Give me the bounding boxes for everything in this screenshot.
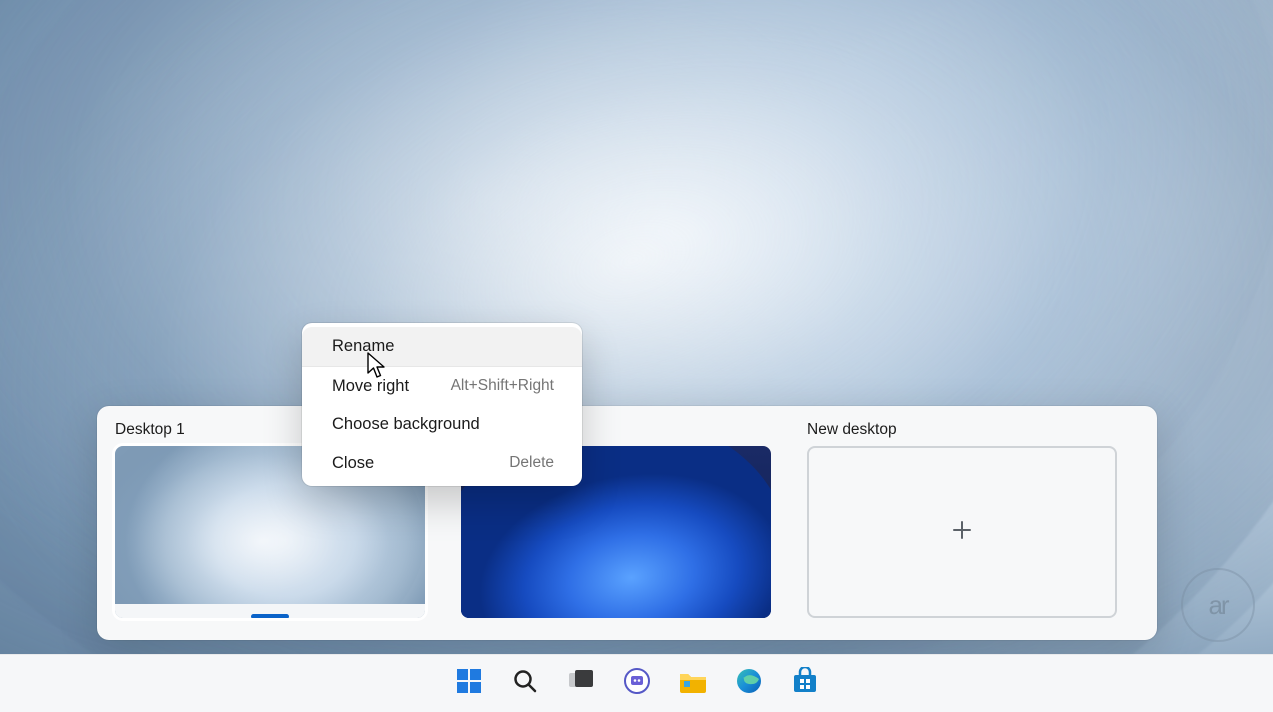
plus-icon <box>951 516 973 548</box>
task-view-icon <box>568 669 594 698</box>
new-desktop-label: New desktop <box>807 418 1117 446</box>
edge-button[interactable] <box>732 667 766 701</box>
file-explorer-button[interactable] <box>676 667 710 701</box>
desktop-context-menu: Rename Move right Alt+Shift+Right Choose… <box>302 323 582 486</box>
menu-item-label: Close <box>332 455 374 472</box>
watermark: ar <box>1181 568 1255 642</box>
new-desktop-button[interactable] <box>807 446 1117 618</box>
taskbar <box>0 654 1273 712</box>
menu-item-shortcut: Alt+Shift+Right <box>451 378 554 394</box>
chat-button[interactable] <box>620 667 654 701</box>
menu-item-label: Move right <box>332 378 409 395</box>
search-button[interactable] <box>508 667 542 701</box>
edge-icon <box>735 667 763 700</box>
menu-item-shortcut: Delete <box>509 455 554 471</box>
menu-item-label: Choose background <box>332 416 480 433</box>
task-view-panel: Desktop 1 Desktop 2 New desktop <box>97 406 1157 640</box>
task-view-button[interactable] <box>564 667 598 701</box>
start-button[interactable] <box>452 667 486 701</box>
watermark-text: ar <box>1208 590 1227 621</box>
context-menu-rename[interactable]: Rename <box>302 327 582 366</box>
store-button[interactable] <box>788 667 822 701</box>
windows-icon <box>456 668 482 699</box>
menu-item-label: Rename <box>332 338 394 355</box>
folder-icon <box>678 668 708 699</box>
context-menu-move-right[interactable]: Move right Alt+Shift+Right <box>302 367 582 406</box>
new-desktop[interactable]: New desktop <box>807 418 1117 640</box>
search-icon <box>512 668 538 699</box>
context-menu-choose-background[interactable]: Choose background <box>302 405 582 444</box>
store-icon <box>791 667 819 700</box>
context-menu-close[interactable]: Close Delete <box>302 444 582 483</box>
active-indicator <box>251 614 289 618</box>
chat-icon <box>623 667 651 700</box>
